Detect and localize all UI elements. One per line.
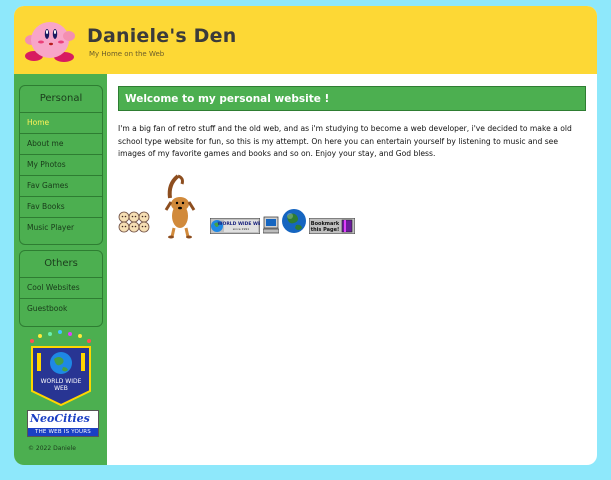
world-wide-web-button[interactable]: WORLD WIDE WEB since 1991 <box>210 218 260 234</box>
copyright: © 2022 Daniele <box>28 445 76 452</box>
nav-fav-books[interactable]: Fav Books <box>20 197 102 218</box>
svg-text:WEB: WEB <box>54 385 68 392</box>
computer-gif <box>263 216 279 234</box>
world-wide-web-badge[interactable]: WORLD WIDE WEB <box>26 329 96 407</box>
neocities-subtext: THE WEB IS YOURS <box>28 428 98 436</box>
svg-text:this Page!: this Page! <box>311 227 340 233</box>
nav-music-player[interactable]: Music Player <box>20 218 102 238</box>
nav-guestbook[interactable]: Guestbook <box>20 299 102 319</box>
neocities-text: NeoCities <box>30 412 90 425</box>
site-title: Daniele's Den <box>87 25 237 47</box>
main-content: Welcome to my personal website ! I'm a b… <box>107 74 597 465</box>
welcome-banner: Welcome to my personal website ! <box>118 86 586 111</box>
dancing-dog-gif <box>164 174 196 239</box>
personal-heading: Personal <box>20 86 102 113</box>
page-frame: Daniele's Den My Home on the Web Persona… <box>14 6 597 465</box>
nav-cool-websites[interactable]: Cool Websites <box>20 278 102 299</box>
neocities-badge[interactable]: NeoCities THE WEB IS YOURS <box>27 410 99 437</box>
nav-my-photos[interactable]: My Photos <box>20 155 102 176</box>
nav-fav-games[interactable]: Fav Games <box>20 176 102 197</box>
nav-home[interactable]: Home <box>20 113 102 134</box>
svg-text:WORLD WIDE: WORLD WIDE <box>41 378 82 385</box>
sidebar: Personal Home About me My Photos Fav Gam… <box>14 74 107 465</box>
sparkle-icon <box>30 330 91 343</box>
gif-row: WORLD WIDE WEB since 1991 Bookmark this … <box>118 174 588 244</box>
svg-text:since 1991: since 1991 <box>233 227 249 231</box>
intro-text: I'm a big fan of retro stuff and the old… <box>118 124 572 158</box>
personal-nav: Personal Home About me My Photos Fav Gam… <box>19 85 103 245</box>
hamsters-gif <box>118 211 150 233</box>
spinning-globe-gif <box>282 209 306 233</box>
bookmark-button[interactable]: Bookmark this Page! <box>309 218 355 234</box>
kirby-icon <box>25 22 75 62</box>
others-nav: Others Cool Websites Guestbook <box>19 250 103 327</box>
site-subtitle: My Home on the Web <box>89 50 165 58</box>
others-heading: Others <box>20 251 102 278</box>
site-header: Daniele's Den My Home on the Web <box>14 6 597 74</box>
nav-about-me[interactable]: About me <box>20 134 102 155</box>
